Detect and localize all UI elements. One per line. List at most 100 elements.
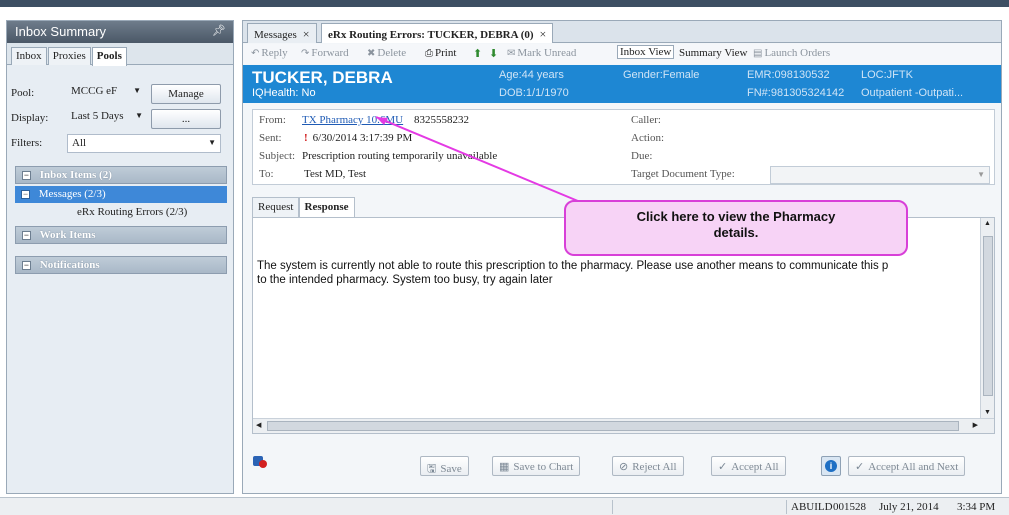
save-to-chart-button[interactable]: ▦ Save to Chart	[492, 456, 581, 476]
inbox-summary-pane: Inbox Summary 📌︎ Inbox Proxies Pools Poo…	[6, 20, 234, 494]
forward-button[interactable]: ↷ Forward	[301, 47, 349, 59]
close-icon[interactable]: ×	[540, 27, 547, 41]
reject-all-button[interactable]: ⊘ Reject All	[612, 456, 684, 476]
pool-select[interactable]: MCCG eF ▼	[67, 83, 145, 102]
collapse-icon[interactable]: −	[22, 261, 31, 270]
next-arrow-button[interactable]: ⬇	[489, 47, 498, 60]
info-button[interactable]: i	[821, 456, 841, 476]
messages-folder[interactable]: − Messages (2/3)	[15, 186, 227, 203]
inbox-items-header[interactable]: − Inbox Items (2)	[15, 166, 227, 184]
sent-value: ! 6/30/2014 3:17:39 PM	[304, 132, 412, 144]
delete-label: Delete	[377, 47, 407, 59]
scrollbar-thumb[interactable]	[267, 421, 959, 431]
print-button[interactable]: ⎙ Print	[425, 47, 456, 59]
status-user: ABUILD	[791, 501, 833, 513]
filters-select[interactable]: All ▼	[67, 134, 221, 153]
accept-all-and-next-button[interactable]: ✓ Accept All and Next	[848, 456, 966, 476]
pharmacy-link[interactable]: TX Pharmacy 10.6MU	[302, 114, 403, 126]
scroll-right-icon[interactable]: ▶	[973, 421, 978, 429]
message-toolbar: ↶ Reply ↷ Forward ✖ Delete ⎙ Print ⬆ ⬇ ✉ Mark…	[243, 44, 1001, 64]
accept-all-and-next-label: Accept All and Next	[868, 461, 959, 473]
tab-request[interactable]: Request	[252, 197, 300, 217]
filters-label: Filters:	[11, 137, 43, 149]
display-select-value: Last 5 Days	[71, 110, 124, 122]
save-to-chart-label: Save to Chart	[513, 461, 574, 473]
reply-icon: ↶	[251, 48, 260, 59]
save-button[interactable]: 🖫︎ Save	[420, 456, 469, 476]
summary-view-button[interactable]: Summary View	[679, 47, 748, 59]
notifications-label: Notifications	[39, 259, 100, 271]
manage-button[interactable]: Manage	[151, 84, 221, 104]
callout-line: details.	[713, 225, 759, 240]
mark-unread-button[interactable]: ✉ Mark Unread	[507, 47, 576, 59]
orders-icon: ▤	[753, 48, 763, 59]
communicate-icon-badge	[259, 460, 267, 468]
tab-messages-label: Messages	[254, 29, 297, 41]
document-tabs: Messages × eRx Routing Errors: TUCKER, DE…	[243, 21, 1001, 43]
scroll-down-icon[interactable]: ▼	[984, 409, 991, 416]
tab-response[interactable]: Response	[298, 197, 355, 217]
collapse-icon[interactable]: −	[22, 231, 31, 240]
collapse-icon[interactable]: −	[21, 190, 30, 199]
response-line: The system is currently not able to rout…	[257, 260, 889, 272]
delete-button[interactable]: ✖ Delete	[367, 47, 406, 59]
filters-select-value: All	[72, 137, 87, 149]
pin-icon[interactable]: 📌︎	[212, 24, 226, 37]
delete-icon: ✖	[367, 48, 376, 59]
patient-location: LOC:JFTK	[861, 69, 913, 81]
reject-all-label: Reject All	[632, 461, 677, 473]
status-divider	[612, 500, 613, 514]
tab-messages[interactable]: Messages ×	[247, 23, 317, 43]
envelope-icon: ✉	[507, 48, 516, 59]
chevron-down-icon: ▼	[135, 111, 143, 120]
reply-button[interactable]: ↶ Reply	[251, 47, 288, 59]
arrow-down-icon: ⬇	[489, 48, 499, 60]
notifications-header[interactable]: − Notifications	[15, 256, 227, 274]
horizontal-scrollbar[interactable]: ◀ ▶	[253, 418, 994, 433]
reject-icon: ⊘	[619, 461, 629, 473]
message-view-pane: Messages × eRx Routing Errors: TUCKER, DE…	[242, 20, 1002, 494]
launch-orders-button[interactable]: ▤ Launch Orders	[753, 47, 830, 59]
tab-proxies[interactable]: Proxies	[47, 47, 91, 65]
inbox-tabs: Inbox Proxies Pools	[7, 43, 233, 66]
pharmacy-phone: 8325558232	[414, 114, 469, 126]
from-label: From:	[259, 114, 286, 126]
inbox-summary-title-bar: Inbox Summary 📌︎	[7, 21, 233, 43]
patient-emr: EMR:098130532	[747, 69, 830, 81]
previous-arrow-button[interactable]: ⬆	[473, 47, 482, 60]
display-select[interactable]: Last 5 Days ▼	[67, 108, 147, 127]
patient-fin: FN#:981305324142	[747, 87, 845, 99]
work-items-header[interactable]: − Work Items	[15, 226, 227, 244]
erx-routing-errors-item[interactable]: eRx Routing Errors (2/3)	[77, 206, 187, 218]
pool-select-value: MCCG eF	[71, 85, 118, 97]
scrollbar-thumb[interactable]	[983, 236, 993, 396]
due-label: Due:	[631, 150, 653, 162]
work-items-label: Work Items	[39, 229, 96, 241]
accept-all-button[interactable]: ✓ Accept All	[711, 456, 786, 476]
inbox-view-button[interactable]: Inbox View	[617, 45, 675, 59]
response-text: The system is currently not able to rout…	[257, 259, 979, 287]
chevron-down-icon: ▼	[977, 170, 985, 179]
chevron-down-icon: ▼	[208, 138, 216, 147]
patient-age: Age:44 years	[499, 69, 564, 81]
tab-erx-routing-errors[interactable]: eRx Routing Errors: TUCKER, DEBRA (0) ×	[321, 23, 554, 43]
target-document-type-select[interactable]: ▼	[770, 166, 990, 184]
vertical-scrollbar[interactable]: ▲ ▼	[980, 218, 994, 418]
chevron-down-icon: ▼	[133, 86, 141, 95]
display-options-button[interactable]: ...	[151, 109, 221, 129]
collapse-icon[interactable]: −	[22, 171, 31, 180]
close-icon[interactable]: ×	[303, 27, 310, 41]
scroll-up-icon[interactable]: ▲	[984, 220, 991, 227]
patient-dob: DOB:1/1/1970	[499, 87, 569, 99]
reply-label: Reply	[261, 47, 288, 59]
tab-pools[interactable]: Pools	[91, 47, 127, 66]
communicate-icon[interactable]	[253, 456, 269, 470]
patient-banner: TUCKER, DEBRA IQHealth: No Age:44 years …	[243, 65, 1001, 103]
scroll-left-icon[interactable]: ◀	[256, 421, 261, 429]
sent-label: Sent:	[259, 132, 282, 144]
response-line: to the intended pharmacy. System too bus…	[257, 274, 553, 286]
patient-name: TUCKER, DEBRA	[252, 68, 393, 87]
accept-next-icon: ✓	[855, 461, 865, 473]
tab-inbox[interactable]: Inbox	[11, 47, 47, 65]
subject-value: Prescription routing temporarily unavail…	[302, 150, 498, 162]
